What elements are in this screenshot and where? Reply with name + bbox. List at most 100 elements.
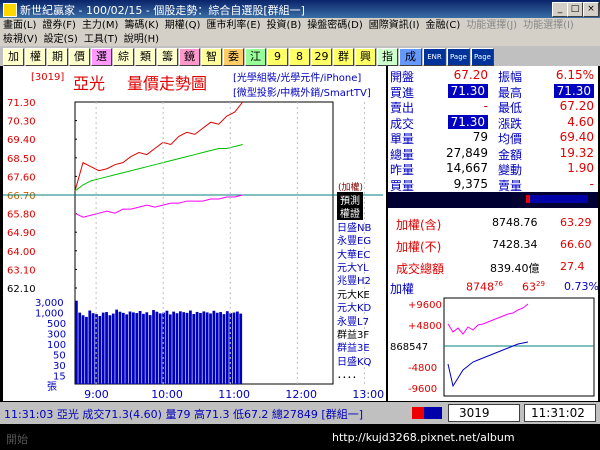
- menu-item[interactable]: 國際資訊(I): [366, 19, 423, 33]
- quote-panel: 開盤 67.20 振幅 6.15% 買進 71.30 最高 71.30 賣出 - 最低 67.20 成交…: [388, 66, 599, 401]
- y-tick-label: 71.30: [7, 98, 36, 109]
- quote-value: 4.60: [567, 114, 594, 129]
- quote-label: 均價: [498, 132, 523, 146]
- start-button[interactable]: 開始: [6, 431, 28, 447]
- toolbar-button[interactable]: 類: [135, 48, 156, 66]
- quote-value: -: [483, 99, 488, 113]
- toolbar-button[interactable]: 9: [267, 48, 288, 66]
- index-incl-change: 63.29: [560, 216, 592, 229]
- mini-index-line: [447, 303, 529, 335]
- menu-item[interactable]: 工具(T): [81, 33, 121, 47]
- volume-tick-label: 1,000: [35, 309, 64, 320]
- quote-row: 總量 27,849 金額 19.32: [390, 146, 596, 162]
- volume-bar: [182, 312, 186, 384]
- menu-item[interactable]: 設定(S): [41, 33, 81, 47]
- toolbar-button[interactable]: 江: [245, 48, 266, 66]
- volume-bar: [148, 315, 152, 384]
- volume-tick-label: 100: [47, 340, 66, 351]
- toolbar-button[interactable]: 綜: [113, 48, 134, 66]
- menu-item[interactable]: 操盤密碼(D): [304, 19, 366, 33]
- menu-item[interactable]: 功能選擇(J): [463, 19, 520, 33]
- volume-bar: [222, 314, 226, 384]
- menu-item[interactable]: 畫面(L): [0, 19, 39, 33]
- toolbar-button[interactable]: 期: [47, 48, 68, 66]
- toolbar-button[interactable]: 權: [25, 48, 46, 66]
- toolbar-button[interactable]: Page: [471, 48, 494, 66]
- quote-value: 79: [472, 130, 488, 144]
- toolbar-button[interactable]: 委: [223, 48, 244, 66]
- maximize-button[interactable]: □: [567, 2, 583, 17]
- menu-item[interactable]: 檢視(V): [0, 33, 41, 47]
- menu-item[interactable]: 金融(C): [423, 19, 464, 33]
- quote-value: 67.20: [453, 68, 488, 82]
- toolbar-button[interactable]: 籌: [157, 48, 178, 66]
- mini-index-pct: 0.73%: [564, 280, 599, 293]
- volume-bar: [78, 312, 82, 384]
- volume-tick-label: 3,000: [35, 298, 64, 309]
- toolbar-button[interactable]: 興: [355, 48, 376, 66]
- toolbar-button[interactable]: ENR: [423, 48, 446, 66]
- volume-bar: [85, 316, 88, 384]
- broker-item[interactable]: ．．．．: [337, 366, 362, 381]
- volume-bar: [205, 312, 209, 384]
- volume-bar: [239, 313, 243, 384]
- quote-label: 變動: [498, 163, 523, 177]
- quote-value: 69.40: [559, 130, 594, 144]
- volume-bar: [202, 311, 206, 384]
- volume-tick-label: 30: [53, 361, 66, 372]
- toolbar-button[interactable]: 選: [91, 48, 112, 66]
- app-icon: [3, 3, 17, 17]
- toolbar-button[interactable]: 成: [399, 48, 422, 66]
- volume-bar: [91, 313, 95, 384]
- menu-item[interactable]: 說明(H): [121, 33, 162, 47]
- volume-bar: [145, 312, 149, 384]
- menu-item[interactable]: 主力(M): [79, 19, 121, 33]
- toolbar-button[interactable]: 價: [69, 48, 90, 66]
- mini-volume-line: [447, 341, 529, 388]
- y-tick-label: 63.10: [7, 265, 36, 276]
- quote-label: 賣量: [498, 178, 523, 193]
- volume-bar: [212, 310, 216, 384]
- toolbar-button[interactable]: 指: [377, 48, 398, 66]
- volume-tick-label: 15: [53, 372, 66, 383]
- quote-label: 開盤: [390, 70, 415, 84]
- menu-item[interactable]: 籌碼(K): [121, 19, 161, 33]
- volume-bar: [138, 311, 142, 384]
- quote-row: 買進 71.30 最高 71.30: [390, 83, 596, 100]
- volume-bar: [168, 314, 172, 384]
- code-input[interactable]: 3019: [448, 404, 520, 422]
- menu-item[interactable]: 功能選擇(I): [520, 19, 577, 33]
- clock-display: 11:31:02: [524, 404, 596, 422]
- volume-bar: [132, 312, 135, 384]
- quote-label: 買進: [390, 85, 415, 100]
- toolbar-button[interactable]: 加: [3, 48, 24, 66]
- quote-value: 67.20: [559, 99, 594, 113]
- volume-bar: [125, 314, 129, 384]
- volume-bar: [118, 311, 122, 384]
- quote-value: 6.15%: [555, 68, 594, 82]
- minimize-button[interactable]: _: [552, 2, 568, 17]
- toolbar-button[interactable]: 29: [311, 48, 332, 66]
- average-line: [74, 143, 243, 192]
- quote-value: 71.30: [447, 83, 488, 98]
- menu-item[interactable]: 證券(F): [39, 19, 79, 33]
- menu-item[interactable]: 匯市利率(E): [203, 19, 263, 33]
- mini-chart-frame: [443, 297, 595, 397]
- y-tick-label: 65.80: [7, 210, 36, 221]
- toolbar-button[interactable]: 智: [201, 48, 222, 66]
- volume-bar: [142, 313, 145, 384]
- quote-label: 最高: [498, 85, 523, 100]
- menu-item[interactable]: 投資(B): [264, 19, 305, 33]
- menu-item[interactable]: 期權(Q): [162, 19, 204, 33]
- volume-tick-label: 300: [47, 330, 66, 341]
- toolbar-button[interactable]: 群: [333, 48, 354, 66]
- volume-bar: [111, 313, 115, 384]
- toolbar-button[interactable]: 8: [289, 48, 310, 66]
- mini-tick-label: -4800: [408, 363, 437, 374]
- toolbar-button[interactable]: Page: [447, 48, 470, 66]
- mini-tick-label: 868547: [390, 342, 428, 353]
- toolbar-button[interactable]: 鏡: [179, 48, 200, 66]
- volume-bar: [232, 312, 236, 384]
- volume-bar: [192, 313, 196, 384]
- close-button[interactable]: ×: [583, 2, 599, 17]
